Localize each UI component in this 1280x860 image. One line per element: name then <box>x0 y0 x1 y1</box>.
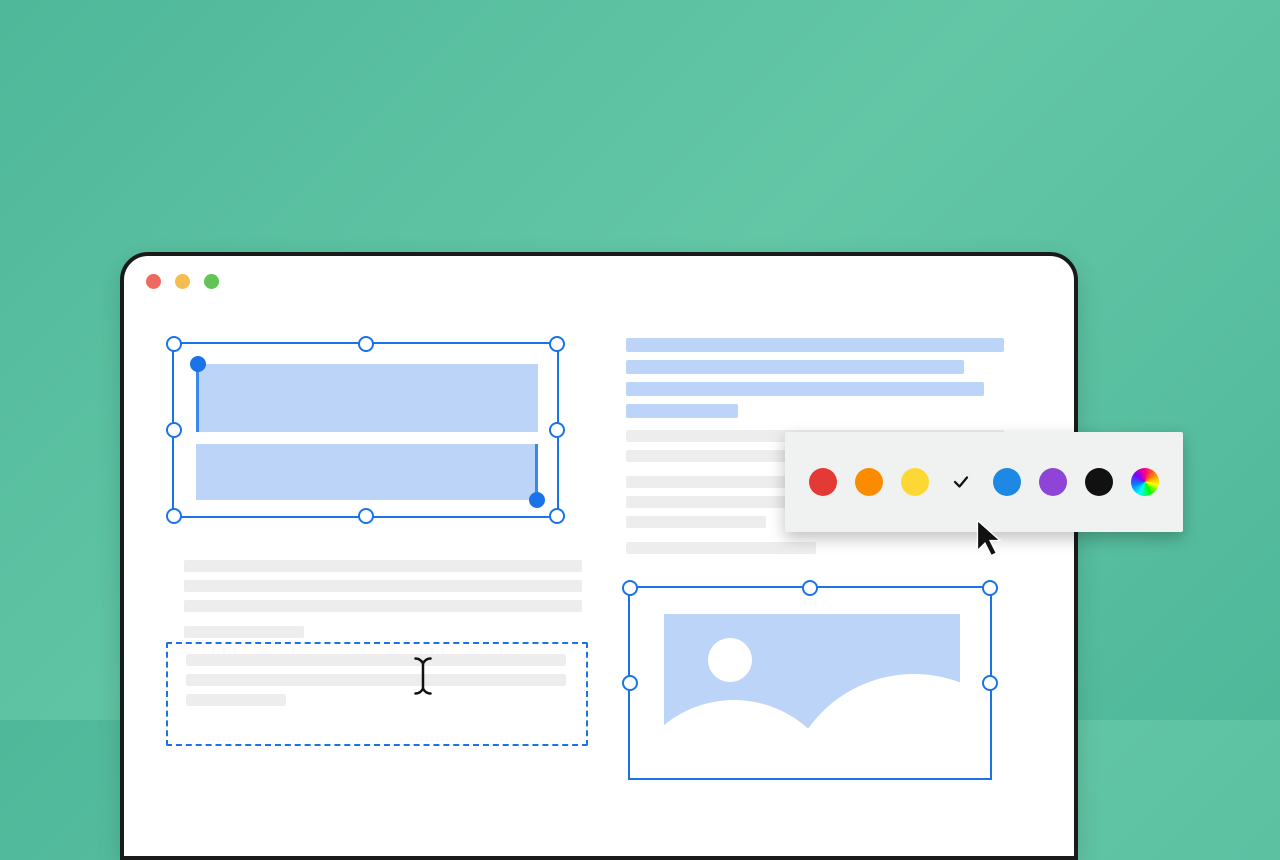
minimize-window-button[interactable] <box>175 274 190 289</box>
canvas[interactable] <box>164 332 1034 856</box>
text-placeholder <box>626 360 964 374</box>
selection-handle[interactable] <box>549 336 565 352</box>
selection-box-image[interactable] <box>628 586 992 780</box>
app-window <box>120 252 1078 860</box>
color-swatch-blue[interactable] <box>993 468 1021 496</box>
text-placeholder <box>184 560 582 572</box>
window-controls <box>146 274 219 289</box>
text-placeholder <box>626 338 1004 352</box>
text-placeholder <box>186 674 566 686</box>
text-placeholder <box>626 382 984 396</box>
selection-handle[interactable] <box>549 422 565 438</box>
selection-handle[interactable] <box>622 580 638 596</box>
image-sun-icon <box>708 638 752 682</box>
check-icon <box>952 473 970 491</box>
selection-handle-inner-top-left[interactable] <box>190 356 206 372</box>
color-swatch-red[interactable] <box>809 468 837 496</box>
text-placeholder <box>626 404 738 418</box>
selection-handle[interactable] <box>166 508 182 524</box>
color-swatch-orange[interactable] <box>855 468 883 496</box>
selection-handle[interactable] <box>166 336 182 352</box>
text-placeholder <box>184 626 304 638</box>
selection-handle[interactable] <box>982 580 998 596</box>
color-swatch-yellow[interactable] <box>901 468 929 496</box>
close-window-button[interactable] <box>146 274 161 289</box>
text-placeholder <box>626 450 786 462</box>
text-placeholder <box>626 542 816 554</box>
color-swatch-rainbow[interactable] <box>1131 468 1159 496</box>
selection-handle[interactable] <box>982 675 998 691</box>
color-palette-popover <box>785 432 1183 532</box>
image-placeholder <box>664 614 960 774</box>
zoom-window-button[interactable] <box>204 274 219 289</box>
text-placeholder <box>184 580 582 592</box>
highlight-fill <box>196 444 538 500</box>
selection-handle[interactable] <box>358 336 374 352</box>
text-placeholder <box>184 600 582 612</box>
text-placeholder <box>186 654 566 666</box>
text-placeholder <box>626 516 766 528</box>
selection-handle[interactable] <box>166 422 182 438</box>
selection-handle-inner-bottom-right[interactable] <box>529 492 545 508</box>
text-insertion-box[interactable] <box>166 642 588 746</box>
inner-selection-bar <box>196 364 199 432</box>
selection-handle[interactable] <box>549 508 565 524</box>
highlight-fill <box>196 364 538 432</box>
selection-handle[interactable] <box>622 675 638 691</box>
image-hill-icon <box>784 674 960 774</box>
selection-handle[interactable] <box>802 580 818 596</box>
color-swatch-black[interactable] <box>1085 468 1113 496</box>
selection-handle[interactable] <box>358 508 374 524</box>
color-swatch-purple[interactable] <box>1039 468 1067 496</box>
selection-box-1[interactable] <box>172 342 559 518</box>
color-swatch-selected[interactable] <box>947 468 975 496</box>
text-placeholder <box>186 694 286 706</box>
